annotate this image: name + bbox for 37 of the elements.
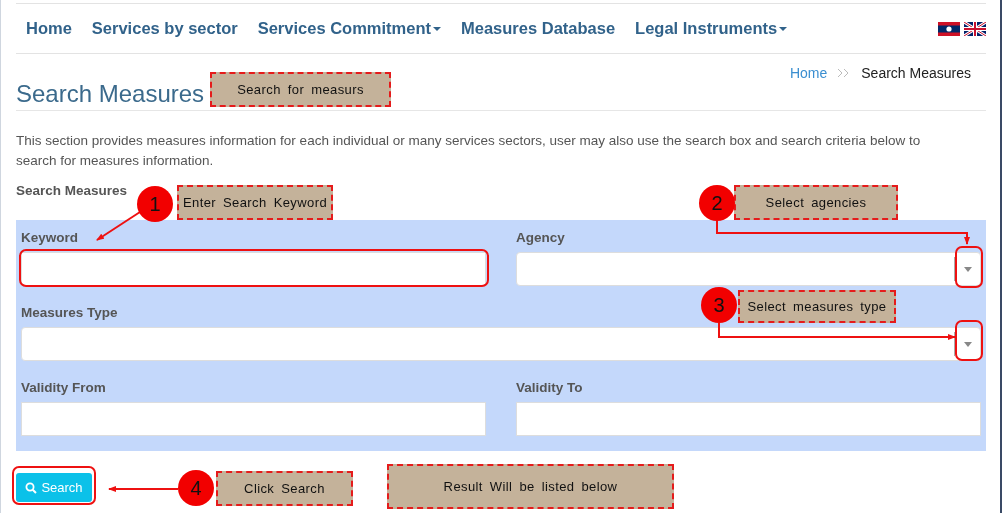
nav-link[interactable]: Services Commitment [257, 19, 441, 38]
field-label: Measures Type [21, 305, 118, 322]
step-number-badge: 4 [178, 470, 214, 506]
caret-icon [963, 266, 972, 272]
section-title: Search Measures [16, 183, 129, 198]
highlight-ring [955, 246, 983, 288]
highlight-ring [955, 320, 983, 361]
breadcrumb-link[interactable]: Home [789, 65, 828, 81]
page-title: Search Measures [16, 80, 205, 108]
field-label: Validity To [516, 380, 583, 397]
description-text: This section provides measures information for each individual or many services sectors, user may also use the search box and search criteria below to search for measures information. [16, 132, 922, 170]
field-label: Validity From [21, 380, 106, 397]
step-number-badge: 1 [137, 186, 173, 222]
input-field[interactable] [21, 402, 486, 436]
flag-icon [938, 21, 960, 36]
arrow [108, 486, 179, 492]
nav-link[interactable]: Home [26, 19, 72, 38]
callout-label: Click Search [216, 471, 353, 506]
callout-label: Select measures type [738, 290, 896, 323]
select-field[interactable] [516, 252, 981, 286]
nav-link[interactable]: Services by sector [91, 19, 238, 38]
callout-label: Search for measurs [210, 72, 391, 107]
flag-icon [964, 21, 986, 36]
caret-icon [963, 341, 972, 347]
callout-label: Select agencies [734, 185, 898, 220]
step-number-badge: 2 [699, 185, 735, 221]
nav-link[interactable]: Measures Database [461, 19, 616, 38]
field-label: Agency [516, 230, 565, 247]
select-field[interactable] [21, 327, 981, 361]
breadcrumb-current: Search Measures [861, 65, 971, 81]
callout-label: Result Will be listed below [387, 464, 674, 509]
callout-label: Enter Search Keyword [177, 185, 333, 220]
search-icon [25, 481, 38, 494]
field-label: Keyword [21, 230, 78, 247]
nav-link[interactable]: Legal Instruments [635, 19, 788, 38]
arrow [96, 211, 141, 241]
input-field[interactable] [516, 402, 981, 436]
